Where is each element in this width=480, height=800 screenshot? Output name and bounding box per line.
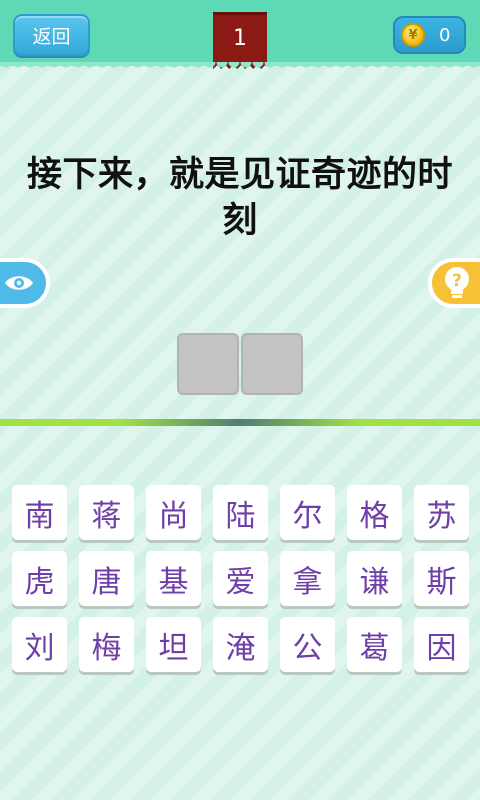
char-tile[interactable]: 南 (12, 485, 67, 540)
char-tile[interactable]: 谦 (347, 551, 402, 606)
back-button[interactable]: 返回 (13, 14, 90, 56)
hint-button[interactable]: ? (428, 258, 480, 308)
char-tile[interactable]: 因 (414, 617, 469, 672)
coin-icon: ¥ (401, 23, 425, 47)
char-tile[interactable]: 坦 (146, 617, 201, 672)
char-tile[interactable]: 淹 (213, 617, 268, 672)
char-tile[interactable]: 格 (347, 485, 402, 540)
eye-icon (5, 276, 33, 290)
char-tile[interactable]: 斯 (414, 551, 469, 606)
topbar-scallop-edge (0, 62, 480, 70)
answer-slot-1[interactable] (177, 333, 239, 395)
question-bulb-icon: ? (445, 267, 469, 298)
question-text: 接下来，就是见证奇迹的时刻 (26, 155, 453, 241)
char-tile[interactable]: 唐 (79, 551, 134, 606)
char-tile[interactable]: 公 (280, 617, 335, 672)
char-tile[interactable]: 爱 (213, 551, 268, 606)
coin-counter: ¥ 0 (393, 16, 466, 54)
char-tile[interactable]: 葛 (347, 617, 402, 672)
character-grid: 南 蒋 尚 陆 尔 格 苏 虎 唐 基 爱 拿 谦 斯 刘 梅 坦 淹 公 葛 … (12, 485, 470, 672)
char-tile[interactable]: 基 (146, 551, 201, 606)
char-tile[interactable]: 尔 (280, 485, 335, 540)
char-tile[interactable]: 刘 (12, 617, 67, 672)
char-tile[interactable]: 陆 (213, 485, 268, 540)
top-bar: 返回 1 ¥ 0 (0, 0, 480, 69)
eye-button[interactable] (0, 258, 50, 308)
level-badge: 1 (213, 12, 267, 69)
coin-count: 0 (439, 24, 451, 46)
char-tile[interactable]: 梅 (79, 617, 134, 672)
answer-slot-2[interactable] (241, 333, 303, 395)
divider-line (0, 419, 480, 426)
char-tile[interactable]: 苏 (414, 485, 469, 540)
char-tile[interactable]: 虎 (12, 551, 67, 606)
char-tile[interactable]: 尚 (146, 485, 201, 540)
hint-symbol: ? (452, 271, 462, 291)
char-tile[interactable]: 拿 (280, 551, 335, 606)
char-tile[interactable]: 蒋 (79, 485, 134, 540)
